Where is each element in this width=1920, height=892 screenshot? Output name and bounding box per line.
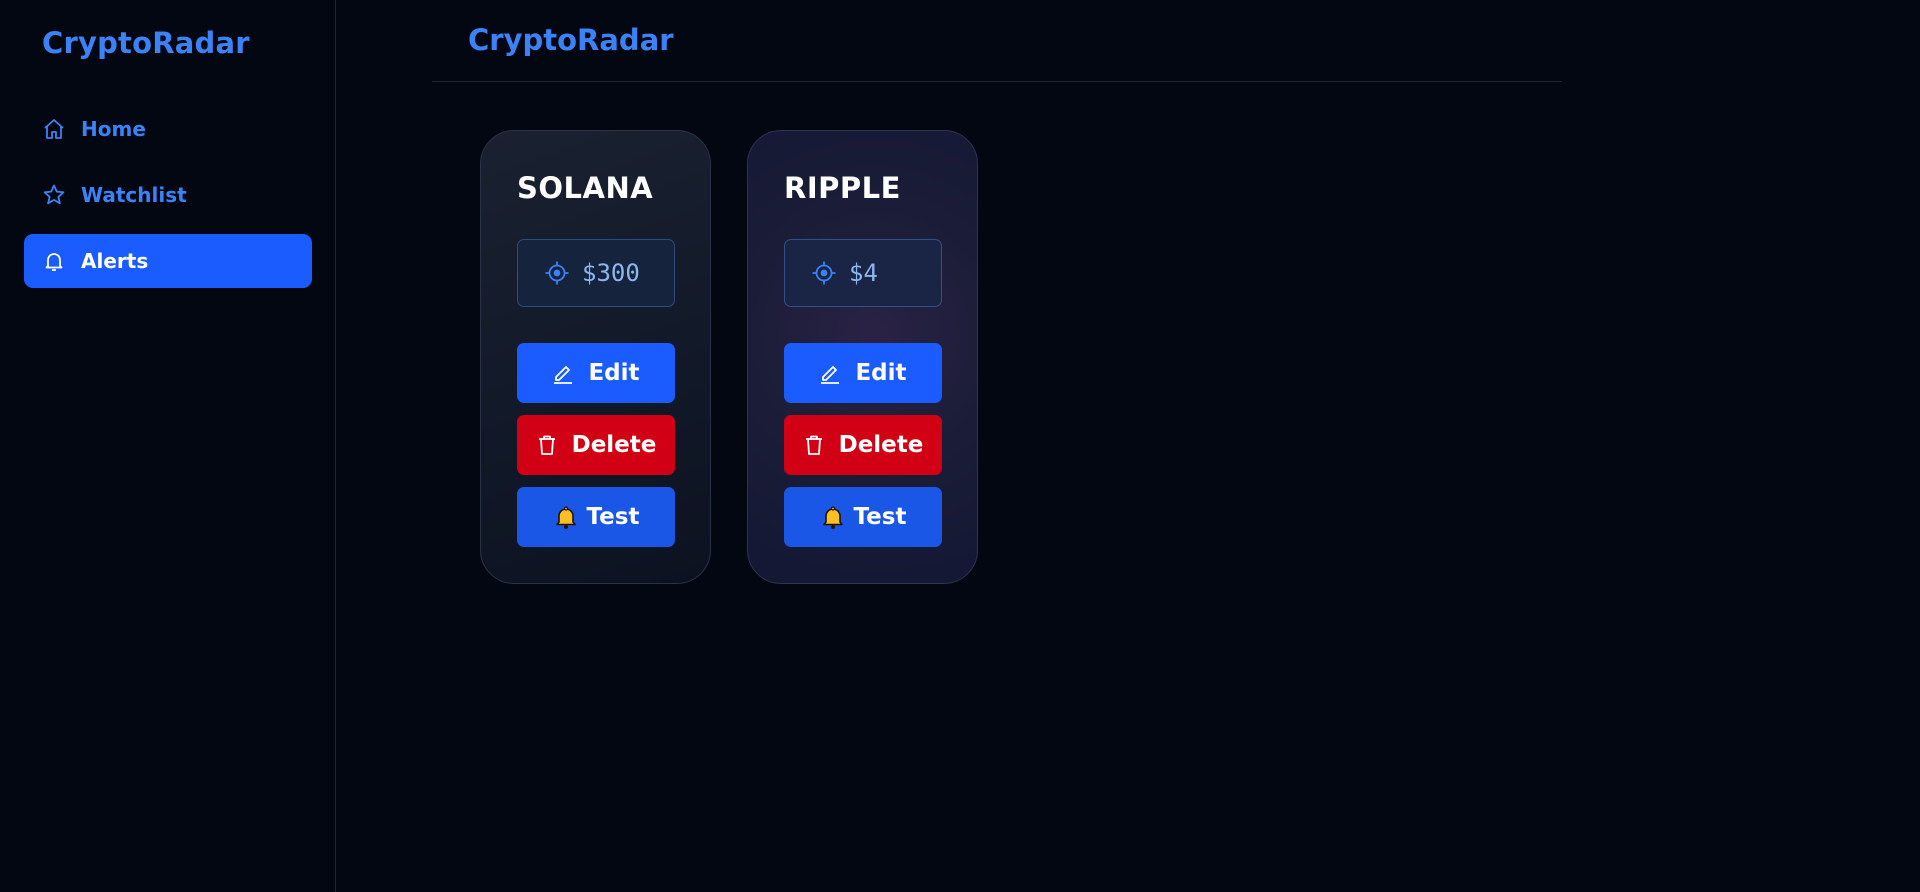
sidebar-item-label: Home	[81, 117, 146, 141]
bell-icon	[42, 249, 66, 273]
sidebar-brand[interactable]: CryptoRadar	[42, 26, 250, 60]
delete-label: Delete	[838, 432, 924, 458]
bell-emoji-icon	[820, 504, 846, 530]
alert-coin-name: RIPPLE	[784, 171, 901, 205]
edit-label: Edit	[588, 360, 640, 386]
sidebar-item-label: Alerts	[81, 249, 149, 273]
alert-target-price: $300	[517, 239, 675, 307]
alert-target-value: $4	[849, 259, 878, 287]
sidebar-nav: Home Watchlist Alerts	[24, 102, 312, 300]
alert-card: SOLANA $300 Edit Delete Test	[480, 130, 711, 584]
edit-button[interactable]: Edit	[784, 343, 942, 403]
alert-target-value: $300	[582, 259, 640, 287]
sidebar-item-alerts[interactable]: Alerts	[24, 234, 312, 288]
pencil-icon	[552, 362, 574, 384]
sidebar: CryptoRadar Home Watchlist Alerts	[0, 0, 336, 892]
alert-card-list: SOLANA $300 Edit Delete Test RIPPLE $4 E…	[480, 130, 1014, 584]
home-icon	[42, 117, 66, 141]
sidebar-item-watchlist[interactable]: Watchlist	[24, 168, 312, 222]
alert-card: RIPPLE $4 Edit Delete Test	[747, 130, 978, 584]
test-label: Test	[586, 504, 640, 530]
crosshair-icon	[544, 260, 570, 286]
delete-button[interactable]: Delete	[784, 415, 942, 475]
crosshair-icon	[811, 260, 837, 286]
edit-label: Edit	[855, 360, 907, 386]
page-title: CryptoRadar	[468, 23, 674, 57]
test-button[interactable]: Test	[517, 487, 675, 547]
bell-emoji-icon	[553, 504, 579, 530]
pencil-icon	[819, 362, 841, 384]
delete-button[interactable]: Delete	[517, 415, 675, 475]
sidebar-item-home[interactable]: Home	[24, 102, 312, 156]
test-label: Test	[853, 504, 907, 530]
page-header: CryptoRadar	[432, 0, 1562, 82]
main-content: CryptoRadar SOLANA $300 Edit Delete Test…	[336, 0, 1920, 892]
delete-label: Delete	[571, 432, 657, 458]
test-button[interactable]: Test	[784, 487, 942, 547]
edit-button[interactable]: Edit	[517, 343, 675, 403]
sidebar-item-label: Watchlist	[81, 183, 187, 207]
alert-target-price: $4	[784, 239, 942, 307]
star-icon	[42, 183, 66, 207]
alert-coin-name: SOLANA	[517, 171, 654, 205]
trash-icon	[803, 434, 825, 456]
trash-icon	[536, 434, 558, 456]
